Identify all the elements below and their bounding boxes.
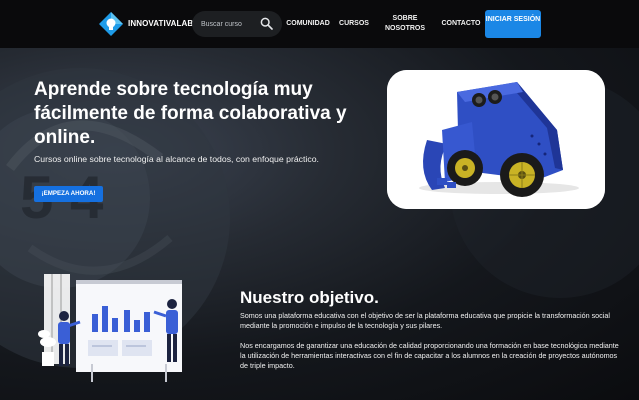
hero-subtitle: Cursos online sobre tecnología al alcanc… — [34, 154, 319, 164]
top-navbar: INNOVATIVALAB COMUNIDAD CURSOS SOBRE NOS… — [0, 0, 639, 48]
search-input[interactable] — [201, 17, 257, 31]
objective-illustration — [32, 264, 192, 386]
start-now-button[interactable]: ¡EMPEZA AHORA! — [34, 186, 103, 202]
objective-title: Nuestro objetivo. — [240, 288, 379, 307]
search-box — [192, 11, 282, 37]
robot-image-card — [387, 70, 605, 209]
nav-link-cursos[interactable]: CURSOS — [337, 19, 371, 29]
objective-paragraph-1: Somos una plataforma educativa con el ob… — [240, 311, 610, 330]
nav-link-comunidad[interactable]: COMUNIDAD — [285, 19, 331, 29]
nav-link-sobre-nosotros[interactable]: SOBRE NOSOTROS — [383, 14, 427, 34]
logo-icon[interactable] — [98, 11, 124, 37]
robot-illustration — [387, 70, 605, 209]
search-icon[interactable] — [260, 17, 273, 30]
login-button[interactable]: INICIAR SESIÓN — [485, 10, 541, 38]
objective-paragraph-2: Nos encargamos de garantizar una educaci… — [240, 341, 619, 370]
hero-title: Aprende sobre tecnología muy fácilmente … — [34, 79, 347, 148]
nav-link-contacto[interactable]: CONTACTO — [440, 19, 482, 29]
brand-name[interactable]: INNOVATIVALAB — [128, 19, 193, 28]
